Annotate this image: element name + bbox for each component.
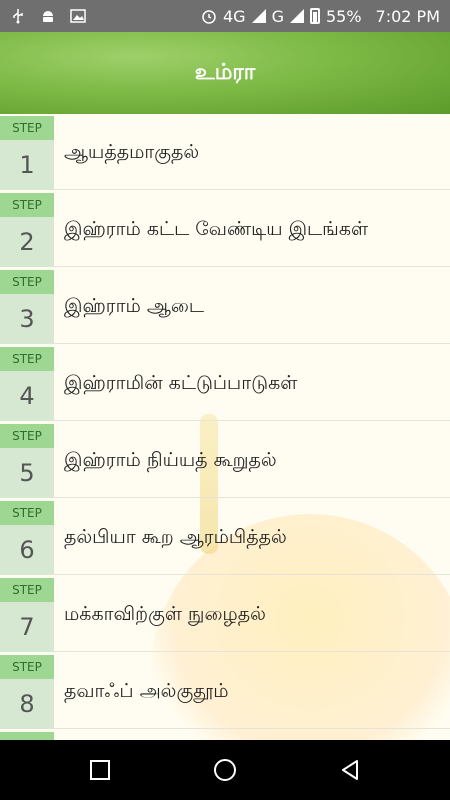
battery-icon <box>309 8 320 24</box>
app-header: உம்ரா <box>0 32 450 114</box>
clock: 7:02 PM <box>375 6 440 26</box>
step-number: 1 <box>0 140 54 190</box>
step-title: இஹ்ராம் கட்ட வேண்டிய இடங்கள் <box>64 218 369 240</box>
step-number: 7 <box>0 602 54 652</box>
step-number: 2 <box>0 217 54 267</box>
step-label-partial <box>0 732 54 740</box>
step-label: STEP <box>0 270 54 294</box>
step-label: STEP <box>0 424 54 448</box>
step-row-1[interactable]: STEP 1 ஆயத்தமாகுதல் <box>0 114 450 190</box>
step-badge: STEP 2 <box>0 191 54 267</box>
back-button[interactable] <box>320 740 380 800</box>
home-icon <box>214 759 236 781</box>
notification-icons <box>10 0 86 32</box>
step-label: STEP <box>0 578 54 602</box>
steps-list: STEP 1 ஆயத்தமாகுதல் STEP 2 இஹ்ராம் கட்ட … <box>0 114 450 740</box>
step-label: STEP <box>0 347 54 371</box>
alarm-icon <box>202 10 216 24</box>
system-icons: 4G G 55% 7:02 PM <box>201 0 440 32</box>
step-number: 4 <box>0 371 54 421</box>
recent-apps-button[interactable] <box>70 740 130 800</box>
step-badge <box>0 730 54 740</box>
step-title: இஹ்ராமின் கட்டுப்பாடுகள் <box>64 372 298 394</box>
step-badge: STEP 5 <box>0 422 54 498</box>
step-label: STEP <box>0 655 54 679</box>
step-title: ஆயத்தமாகுதல் <box>64 141 200 163</box>
status-bar: 4G G 55% 7:02 PM <box>0 0 450 32</box>
step-title: இஹ்ராம் நிய்யத் கூறுதல் <box>64 449 277 471</box>
step-badge: STEP 1 <box>0 114 54 190</box>
step-title: இஹ்ராம் ஆடை <box>64 295 204 317</box>
step-row-8[interactable]: STEP 8 தவாஃப் அல்குதூம் <box>0 653 450 729</box>
android-icon <box>43 11 53 22</box>
step-label: STEP <box>0 193 54 217</box>
step-label: STEP <box>0 501 54 525</box>
usb-icon <box>13 9 23 24</box>
step-badge: STEP 4 <box>0 345 54 421</box>
step-title: மக்காவிற்குள் நுழைதல் <box>64 603 266 625</box>
step-badge: STEP 6 <box>0 499 54 575</box>
page-title: உம்ரா <box>194 60 256 85</box>
step-number: 6 <box>0 525 54 575</box>
step-row-partial <box>0 730 450 740</box>
step-title: தவாஃப் அல்குதூம் <box>64 680 229 702</box>
signal-icon <box>251 9 266 23</box>
network-type-2: G <box>271 6 284 26</box>
step-row-6[interactable]: STEP 6 தல்பியா கூற ஆரம்பித்தல் <box>0 499 450 575</box>
step-number: 3 <box>0 294 54 344</box>
battery-percent: 55% <box>325 6 362 26</box>
step-badge: STEP 3 <box>0 268 54 344</box>
step-row-4[interactable]: STEP 4 இஹ்ராமின் கட்டுப்பாடுகள் <box>0 345 450 421</box>
step-row-2[interactable]: STEP 2 இஹ்ராம் கட்ட வேண்டிய இடங்கள் <box>0 191 450 267</box>
image-icon <box>70 9 86 23</box>
home-button[interactable] <box>195 740 255 800</box>
navigation-bar <box>0 740 450 800</box>
step-badge: STEP 8 <box>0 653 54 729</box>
back-icon <box>342 760 358 780</box>
step-row-3[interactable]: STEP 3 இஹ்ராம் ஆடை <box>0 268 450 344</box>
step-badge: STEP 7 <box>0 576 54 652</box>
step-row-5[interactable]: STEP 5 இஹ்ராம் நிய்யத் கூறுதல் <box>0 422 450 498</box>
step-label: STEP <box>0 116 54 140</box>
step-title: தல்பியா கூற ஆரம்பித்தல் <box>64 526 287 548</box>
step-number: 8 <box>0 679 54 729</box>
step-row-7[interactable]: STEP 7 மக்காவிற்குள் நுழைதல் <box>0 576 450 652</box>
signal-icon-2 <box>289 9 304 23</box>
network-type: 4G <box>222 6 246 26</box>
step-number: 5 <box>0 448 54 498</box>
recent-apps-icon <box>90 760 110 780</box>
